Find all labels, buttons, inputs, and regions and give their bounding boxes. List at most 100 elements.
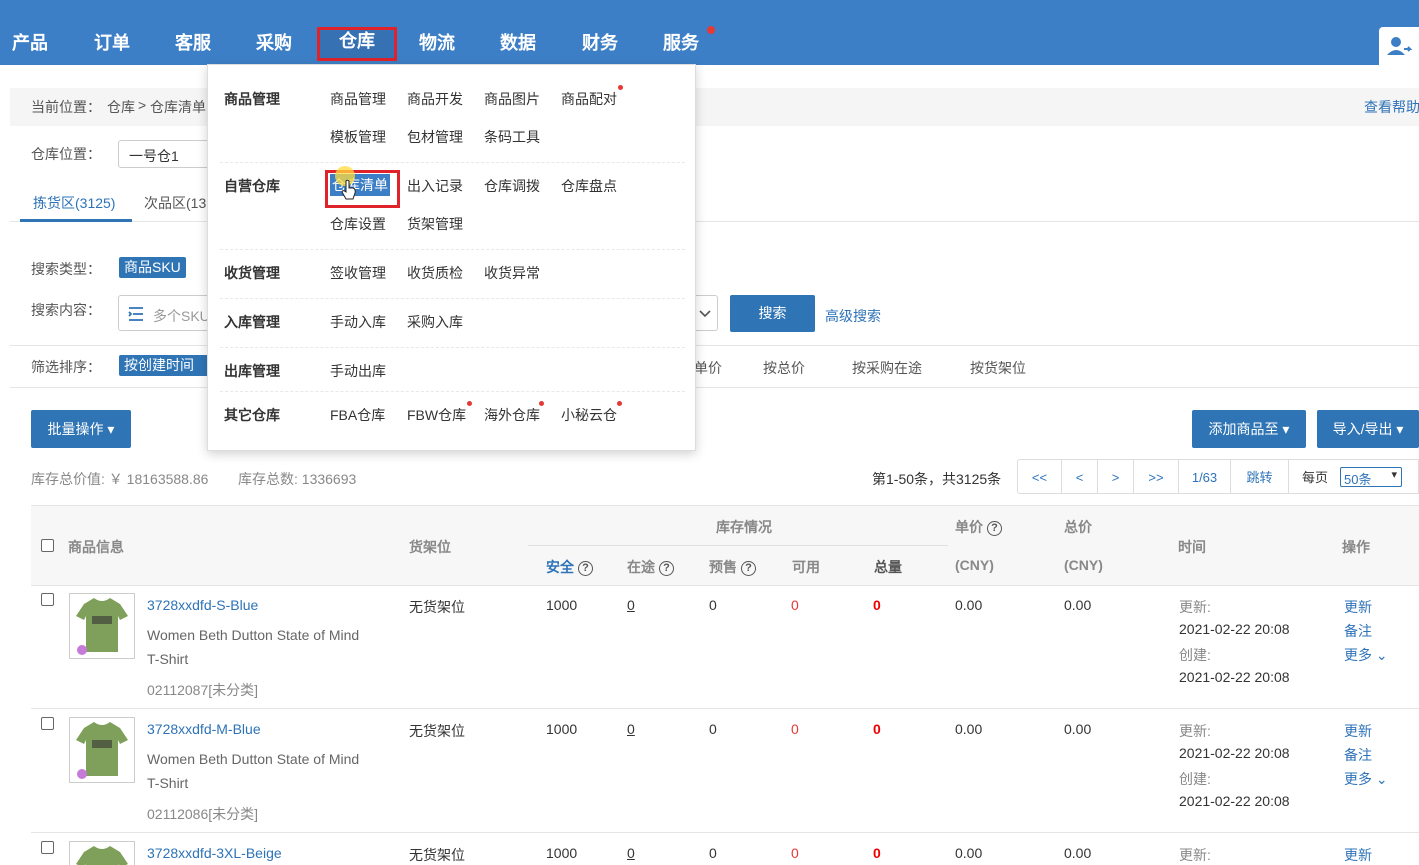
- chevron-down-icon: [699, 310, 711, 318]
- breadcrumb-warehouse[interactable]: 仓库: [107, 97, 135, 117]
- nav-service[interactable]: 服务: [661, 29, 701, 57]
- presale-stock: 0: [709, 597, 717, 613]
- pager-prev[interactable]: <: [1062, 459, 1098, 494]
- menu-item-warehouse-transfer[interactable]: 仓库调拨: [484, 176, 540, 196]
- batch-operations-button[interactable]: 批量操作 ▾: [31, 410, 131, 448]
- nav-product[interactable]: 产品: [10, 29, 50, 57]
- header-presale[interactable]: 预售?: [709, 557, 756, 577]
- nav-customer-service[interactable]: 客服: [173, 29, 213, 57]
- header-unit-price: 单价?: [955, 517, 1002, 537]
- menu-item-product-pairing[interactable]: 商品配对: [561, 89, 617, 109]
- menu-item-fba-warehouse[interactable]: FBA仓库: [330, 405, 385, 425]
- menu-item-overseas-warehouse[interactable]: 海外仓库: [484, 405, 540, 425]
- nav-finance[interactable]: 财务: [580, 29, 620, 57]
- menu-item-purchase-inbound[interactable]: 采购入库: [407, 312, 463, 332]
- new-badge-dot: [539, 401, 544, 406]
- updated-label: 更新:: [1179, 847, 1211, 863]
- help-icon: ?: [578, 561, 593, 576]
- menu-item-manual-inbound[interactable]: 手动入库: [330, 312, 386, 332]
- nav-logistics[interactable]: 物流: [417, 29, 457, 57]
- unit-price: 0.00: [955, 597, 983, 613]
- menu-item-cloud-warehouse[interactable]: 小秘云仓: [561, 405, 617, 425]
- in-transit-link[interactable]: 0: [627, 845, 635, 861]
- product-sku-link[interactable]: 3728xxdfd-S-Blue: [147, 597, 258, 613]
- row-checkbox[interactable]: [41, 593, 54, 606]
- menu-item-product-development[interactable]: 商品开发: [407, 89, 463, 109]
- menu-item-manual-outbound[interactable]: 手动出库: [330, 361, 386, 381]
- header-transit[interactable]: 在途?: [627, 557, 674, 577]
- select-all-checkbox[interactable]: [41, 539, 54, 552]
- product-thumbnail[interactable]: [69, 717, 135, 783]
- in-transit-link[interactable]: 0: [627, 597, 635, 613]
- nav-orders[interactable]: 订单: [92, 29, 132, 57]
- nav-warehouse[interactable]: 仓库: [317, 27, 397, 61]
- help-icon: ?: [741, 561, 756, 576]
- menu-group-inbound: 入库管理: [224, 314, 280, 330]
- add-product-to-button[interactable]: 添加商品至 ▾: [1192, 410, 1306, 448]
- search-button[interactable]: 搜索: [730, 295, 815, 332]
- pager-next[interactable]: >: [1098, 459, 1134, 494]
- per-page-select[interactable]: 50条 ▾: [1340, 467, 1402, 487]
- more-link[interactable]: 更多 ⌄: [1344, 769, 1388, 789]
- menu-item-quality-check[interactable]: 收货质检: [407, 263, 463, 283]
- row-checkbox[interactable]: [41, 717, 54, 730]
- sort-shelf[interactable]: 按货架位: [970, 358, 1026, 378]
- chevron-down-icon: ⌄: [1375, 771, 1388, 787]
- import-export-button[interactable]: 导入/导出 ▾: [1317, 410, 1419, 448]
- menu-item-packaging-management[interactable]: 包材管理: [407, 127, 463, 147]
- nav-purchase[interactable]: 采购: [254, 29, 294, 57]
- chevron-down-icon: ▾: [1391, 469, 1397, 481]
- product-sku-link[interactable]: 3728xxdfd-M-Blue: [147, 721, 261, 737]
- note-link[interactable]: 备注: [1344, 745, 1372, 765]
- breadcrumb-current: 仓库清单: [150, 99, 206, 115]
- header-operations: 操作: [1342, 539, 1370, 555]
- pager-first[interactable]: <<: [1017, 459, 1062, 494]
- header-product: 商品信息: [68, 539, 124, 555]
- update-link[interactable]: 更新: [1344, 597, 1372, 617]
- product-name: Women Beth Dutton State of Mind: [147, 751, 360, 767]
- total-count: 库存总数: 1336693: [238, 471, 357, 487]
- menu-item-inout-records[interactable]: 出入记录: [407, 176, 463, 196]
- product-code: 02112087[未分类]: [147, 682, 259, 698]
- header-safe[interactable]: 安全?: [546, 557, 593, 577]
- safe-stock: 1000: [546, 597, 578, 613]
- import-export-label: 导入/导出: [1332, 421, 1393, 437]
- menu-item-product-images[interactable]: 商品图片: [484, 89, 540, 109]
- sort-in-transit[interactable]: 按采购在途: [852, 358, 922, 378]
- tab-defective-area[interactable]: 次品区(13: [144, 193, 206, 213]
- sort-total-price[interactable]: 按总价: [763, 358, 805, 378]
- product-thumbnail[interactable]: [69, 593, 135, 659]
- more-link[interactable]: 更多 ⌄: [1344, 645, 1388, 665]
- menu-item-shelf-management[interactable]: 货架管理: [407, 214, 463, 234]
- menu-item-template-management[interactable]: 模板管理: [330, 127, 386, 147]
- user-button[interactable]: [1379, 27, 1419, 65]
- menu-item-stocktaking[interactable]: 仓库盘点: [561, 176, 617, 196]
- help-link[interactable]: 查看帮助: [1364, 97, 1419, 117]
- warehouse-select[interactable]: 一号仓1: [118, 140, 218, 168]
- product-sku-link[interactable]: 3728xxdfd-3XL-Beige: [147, 845, 282, 861]
- sort-unit-price[interactable]: 单价: [694, 358, 722, 378]
- menu-separator: [220, 298, 685, 299]
- menu-item-sign-management[interactable]: 签收管理: [330, 263, 386, 283]
- update-link[interactable]: 更新: [1344, 721, 1372, 741]
- menu-item-receiving-exception[interactable]: 收货异常: [484, 263, 540, 283]
- note-link[interactable]: 备注: [1344, 621, 1372, 641]
- advanced-search-link[interactable]: 高级搜索: [825, 306, 881, 326]
- menu-item-fbw-warehouse[interactable]: FBW仓库: [407, 405, 466, 425]
- search-type-tag[interactable]: 商品SKU: [119, 257, 186, 278]
- nav-data[interactable]: 数据: [498, 29, 538, 57]
- unit-price: 0.00: [955, 721, 983, 737]
- menu-item-warehouse-settings[interactable]: 仓库设置: [330, 214, 386, 234]
- update-link[interactable]: 更新: [1344, 845, 1372, 865]
- pager-jump[interactable]: 跳转: [1231, 459, 1289, 494]
- menu-item-barcode-tool[interactable]: 条码工具: [484, 127, 540, 147]
- menu-group-product-management: 商品管理: [224, 91, 280, 107]
- menu-item-product-management[interactable]: 商品管理: [330, 89, 386, 109]
- in-transit-link[interactable]: 0: [627, 721, 635, 737]
- sort-selected[interactable]: 按创建时间: [119, 355, 211, 376]
- row-checkbox[interactable]: [41, 841, 54, 854]
- product-thumbnail[interactable]: [69, 841, 135, 865]
- tab-picking-area[interactable]: 拣货区(3125): [33, 193, 115, 213]
- header-total-cny: (CNY): [1064, 557, 1103, 573]
- pager-last[interactable]: >>: [1134, 459, 1179, 494]
